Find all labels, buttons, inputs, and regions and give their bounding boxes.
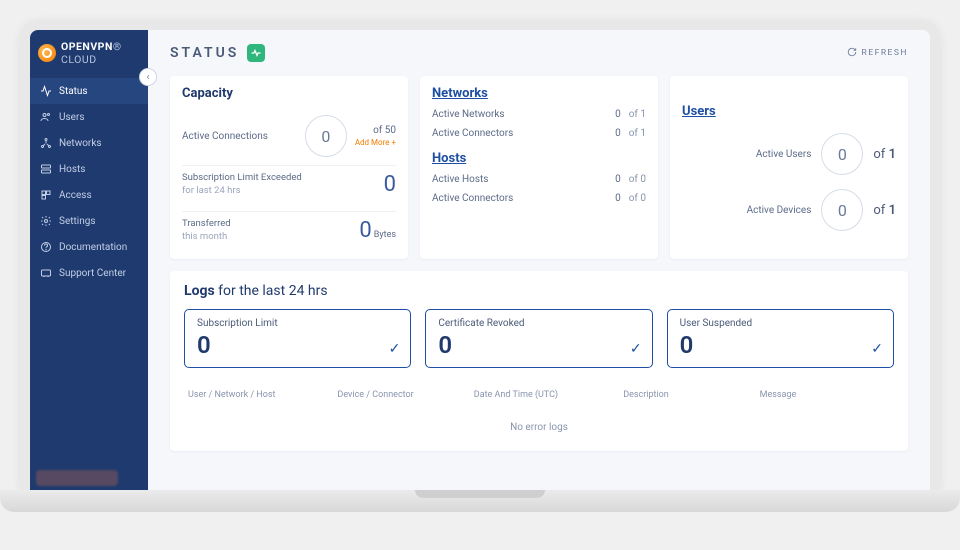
check-icon: ✓ — [871, 341, 883, 357]
active-hosts-of: of 0 — [629, 174, 646, 185]
log-box-title: Certificate Revoked — [438, 318, 639, 329]
net-active-connectors-label: Active Connectors — [432, 128, 607, 139]
net-active-connectors-of: of 1 — [629, 128, 646, 139]
brand-text: OPENVPN®CLOUD — [61, 40, 122, 66]
sidebar-item-documentation[interactable]: Documentation — [30, 234, 148, 260]
active-users-of: of 1 — [873, 147, 896, 162]
sidebar-item-label: Support Center — [59, 268, 126, 279]
transferred-unit: Bytes — [374, 230, 396, 240]
network-icon — [40, 137, 52, 149]
log-box-subscription-limit[interactable]: Subscription Limit 0 ✓ — [184, 309, 411, 368]
sub-limit-value: 0 — [384, 172, 396, 197]
sub-limit-label: Subscription Limit Exceeded — [182, 172, 302, 183]
sidebar-item-label: Users — [59, 112, 85, 123]
gear-icon — [40, 215, 52, 227]
add-more-link[interactable]: Add More + — [355, 138, 396, 147]
decorative-blur — [36, 470, 118, 486]
sidebar-item-users[interactable]: Users — [30, 104, 148, 130]
hosts-title-link[interactable]: Hosts — [432, 151, 646, 166]
users-title-link[interactable]: Users — [682, 104, 896, 119]
sidebar-item-label: Hosts — [59, 164, 85, 175]
sidebar-item-access[interactable]: Access — [30, 182, 148, 208]
active-networks-value: 0 — [607, 109, 629, 120]
active-hosts-label: Active Hosts — [432, 174, 607, 185]
active-devices-value: 0 — [821, 189, 863, 231]
heartbeat-icon — [247, 44, 265, 62]
check-icon: ✓ — [630, 341, 642, 357]
openvpn-logo-icon — [38, 44, 56, 62]
sidebar-item-label: Networks — [59, 138, 102, 149]
activity-icon — [40, 85, 52, 97]
logs-card: Logs for the last 24 hrs Subscription Li… — [170, 271, 908, 451]
log-header: User / Network / Host — [188, 390, 331, 400]
sidebar: OPENVPN®CLOUD ‹ Status Users Networks — [30, 30, 148, 490]
host-active-connectors-of: of 0 — [629, 193, 646, 204]
active-devices-of: of 1 — [873, 203, 896, 218]
support-icon — [40, 267, 52, 279]
sidebar-item-label: Access — [59, 190, 92, 201]
log-box-value: 0 — [438, 331, 639, 359]
transferred-sublabel: this month — [182, 231, 227, 242]
transferred-label: Transferred — [182, 218, 231, 229]
check-icon: ✓ — [389, 341, 401, 357]
active-users-value: 0 — [821, 133, 863, 175]
topbar: STATUS REFRESH — [148, 30, 930, 72]
active-networks-of: of 1 — [629, 109, 646, 120]
page-title: STATUS — [170, 45, 239, 61]
refresh-label: REFRESH — [862, 48, 908, 58]
log-box-value: 0 — [680, 331, 881, 359]
transferred-value: 0 — [359, 218, 371, 243]
active-devices-label: Active Devices — [682, 205, 811, 216]
networks-title-link[interactable]: Networks — [432, 86, 646, 101]
logs-title: Logs for the last 24 hrs — [184, 283, 894, 299]
sidebar-item-settings[interactable]: Settings — [30, 208, 148, 234]
active-connections-of: of 50 — [355, 125, 396, 136]
refresh-icon — [847, 47, 857, 60]
active-hosts-value: 0 — [607, 174, 629, 185]
no-logs-message: No error logs — [184, 412, 894, 433]
host-active-connectors-label: Active Connectors — [432, 193, 607, 204]
brand-logo: OPENVPN®CLOUD — [30, 30, 148, 78]
hosts-icon — [40, 163, 52, 175]
log-box-value: 0 — [197, 331, 398, 359]
sidebar-item-networks[interactable]: Networks — [30, 130, 148, 156]
networks-hosts-card: Networks Active Networks 0 of 1 Active C… — [420, 76, 658, 259]
active-networks-label: Active Networks — [432, 109, 607, 120]
log-box-title: User Suspended — [680, 318, 881, 329]
sidebar-item-label: Settings — [59, 216, 96, 227]
log-box-certificate-revoked[interactable]: Certificate Revoked 0 ✓ — [425, 309, 652, 368]
log-header: Description — [623, 390, 753, 400]
log-header: Date And Time (UTC) — [474, 390, 617, 400]
sidebar-item-support[interactable]: Support Center — [30, 260, 148, 286]
capacity-card: Capacity Active Connections 0 of 50 Add … — [170, 76, 408, 259]
log-header: Message — [760, 390, 890, 400]
sidebar-item-status[interactable]: Status — [30, 78, 148, 104]
host-active-connectors-value: 0 — [607, 193, 629, 204]
main-content: STATUS REFRESH Capacity Active Connectio… — [148, 30, 930, 490]
log-table-headers: User / Network / Host Device / Connector… — [184, 384, 894, 412]
log-header: Device / Connector — [337, 390, 467, 400]
help-icon — [40, 241, 52, 253]
refresh-button[interactable]: REFRESH — [847, 47, 908, 60]
sub-limit-sublabel: for last 24 hrs — [182, 185, 241, 196]
sidebar-item-label: Documentation — [59, 242, 127, 253]
log-box-title: Subscription Limit — [197, 318, 398, 329]
capacity-title: Capacity — [182, 86, 396, 101]
log-box-user-suspended[interactable]: User Suspended 0 ✓ — [667, 309, 894, 368]
active-connections-label: Active Connections — [182, 130, 297, 143]
active-users-label: Active Users — [682, 149, 811, 160]
sidebar-item-hosts[interactable]: Hosts — [30, 156, 148, 182]
net-active-connectors-value: 0 — [607, 128, 629, 139]
sidebar-collapse-button[interactable]: ‹ — [139, 68, 157, 86]
sidebar-item-label: Status — [59, 86, 88, 97]
users-icon — [40, 111, 52, 123]
users-card: Users Active Users 0 of 1 Active Devices… — [670, 76, 908, 259]
access-icon — [40, 189, 52, 201]
active-connections-value: 0 — [305, 115, 347, 157]
